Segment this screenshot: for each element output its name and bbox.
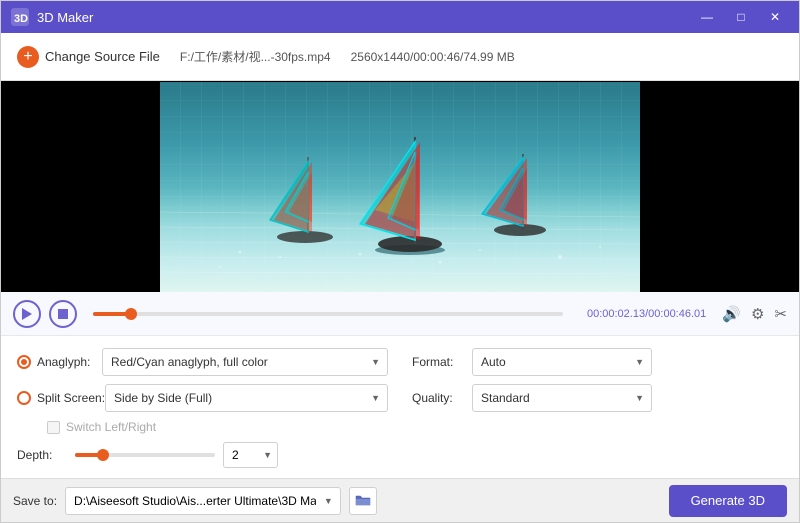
time-total: 00:00:46.01 [648, 308, 706, 320]
minimize-button[interactable]: — [693, 3, 721, 31]
format-select-wrapper: Auto MP4 MKV AVI MOV [472, 348, 652, 376]
progress-track[interactable] [93, 312, 563, 316]
close-button[interactable]: ✕ [761, 3, 789, 31]
split-screen-label-group: Split Screen: [17, 391, 105, 405]
depth-select[interactable]: 1 2 3 4 5 [223, 442, 278, 468]
switch-lr-label: Switch Left/Right [66, 420, 156, 434]
progress-area[interactable] [85, 312, 571, 316]
split-screen-select-wrapper: Side by Side (Full) Side by Side (Half) … [105, 384, 388, 412]
depth-row: Depth: 1 2 3 4 5 [17, 442, 388, 468]
save-path-wrapper: D:\Aiseesoft Studio\Ais...erter Ultimate… [65, 487, 341, 515]
anaglyph-label-group: Anaglyph: [17, 355, 102, 369]
boat-scene [160, 82, 640, 292]
depth-slider[interactable] [75, 453, 215, 457]
split-screen-select[interactable]: Side by Side (Full) Side by Side (Half) … [105, 384, 388, 412]
anaglyph-radio[interactable] [17, 355, 31, 369]
depth-slider-thumb [97, 449, 109, 461]
titlebar-left: 3D 3D Maker [11, 8, 93, 26]
play-icon [22, 308, 32, 320]
app-title: 3D Maker [37, 10, 93, 25]
browse-folder-button[interactable] [349, 487, 377, 515]
video-preview [1, 81, 799, 292]
titlebar-controls: — □ ✕ [693, 3, 789, 31]
stop-icon [58, 309, 68, 319]
titlebar: 3D 3D Maker — □ ✕ [1, 1, 799, 33]
ctrl-icons: 🔊 ⚙ ✂ [722, 305, 787, 323]
anaglyph-select-wrapper: Red/Cyan anaglyph, full color Red/Cyan a… [102, 348, 388, 376]
format-label: Format: [412, 355, 472, 369]
time-display: 00:00:02.13/00:00:46.01 [587, 308, 706, 320]
switch-lr-checkbox[interactable] [47, 421, 60, 434]
generate-3d-button[interactable]: Generate 3D [669, 485, 787, 517]
toolbar: + Change Source File F:/工作/素材/视...-30fps… [1, 33, 799, 81]
change-source-label: Change Source File [45, 49, 160, 64]
quality-row: Quality: Standard High Ultra [412, 384, 783, 412]
format-row: Format: Auto MP4 MKV AVI MOV [412, 348, 783, 376]
split-screen-row: Split Screen: Side by Side (Full) Side b… [17, 384, 388, 412]
boats-svg [160, 82, 640, 292]
anaglyph-select[interactable]: Red/Cyan anaglyph, full color Red/Cyan a… [102, 348, 388, 376]
split-screen-radio[interactable] [17, 391, 31, 405]
file-path: F:/工作/素材/视...-30fps.mp4 [180, 48, 331, 65]
switch-lr-row: Switch Left/Right [47, 420, 388, 434]
stop-button[interactable] [49, 300, 77, 328]
format-select[interactable]: Auto MP4 MKV AVI MOV [472, 348, 652, 376]
quality-label: Quality: [412, 391, 472, 405]
depth-select-wrapper: 1 2 3 4 5 [223, 442, 278, 468]
split-screen-label: Split Screen: [37, 391, 105, 405]
settings-left-col: Anaglyph: Red/Cyan anaglyph, full color … [17, 348, 404, 468]
anaglyph-preview [160, 82, 640, 292]
plus-icon: + [17, 46, 39, 68]
settings-icon[interactable]: ⚙ [751, 305, 764, 323]
save-path-select[interactable]: D:\Aiseesoft Studio\Ais...erter Ultimate… [65, 487, 341, 515]
folder-icon [355, 494, 371, 507]
anaglyph-label: Anaglyph: [37, 355, 90, 369]
play-button[interactable] [13, 300, 41, 328]
quality-select-wrapper: Standard High Ultra [472, 384, 652, 412]
settings-panel: Anaglyph: Red/Cyan anaglyph, full color … [1, 336, 799, 478]
video-preview-area [1, 81, 799, 292]
anaglyph-row: Anaglyph: Red/Cyan anaglyph, full color … [17, 348, 388, 376]
change-source-button[interactable]: + Change Source File [17, 46, 160, 68]
progress-thumb [125, 308, 137, 320]
cut-icon[interactable]: ✂ [774, 305, 787, 323]
maximize-button[interactable]: □ [727, 3, 755, 31]
volume-icon[interactable]: 🔊 [722, 305, 741, 323]
file-meta: 2560x1440/00:00:46/74.99 MB [351, 50, 515, 64]
save-to-label: Save to: [13, 494, 57, 508]
app-icon: 3D [11, 8, 29, 26]
bottom-bar: Save to: D:\Aiseesoft Studio\Ais...erter… [1, 478, 799, 522]
controls-bar: 00:00:02.13/00:00:46.01 🔊 ⚙ ✂ [1, 292, 799, 336]
settings-columns: Anaglyph: Red/Cyan anaglyph, full color … [17, 348, 783, 468]
depth-label: Depth: [17, 448, 67, 462]
settings-right-col: Format: Auto MP4 MKV AVI MOV Quality: [404, 348, 783, 468]
time-current: 00:00:02.13 [587, 308, 645, 320]
svg-text:3D: 3D [14, 13, 28, 25]
quality-select[interactable]: Standard High Ultra [472, 384, 652, 412]
